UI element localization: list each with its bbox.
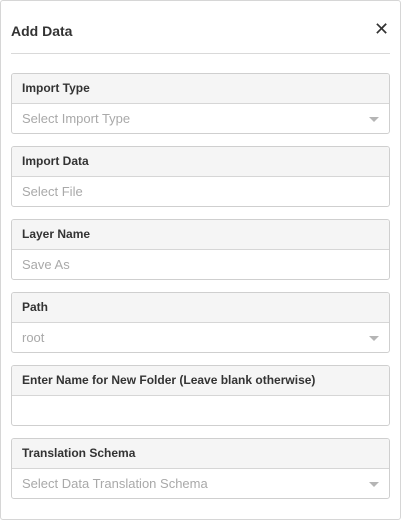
layer-name-group: Layer Name [11, 219, 390, 280]
import-type-placeholder: Select Import Type [22, 111, 131, 126]
layer-name-field[interactable] [12, 250, 389, 279]
select-file-field[interactable]: Select File [12, 177, 389, 206]
path-select[interactable]: root [12, 323, 389, 352]
close-icon[interactable]: ✕ [374, 20, 389, 38]
path-group: Path root [11, 292, 390, 353]
new-folder-group: Enter Name for New Folder (Leave blank o… [11, 365, 390, 426]
dialog-header: Add Data ✕ [11, 1, 390, 54]
translation-schema-group: Translation Schema Select Data Translati… [11, 438, 390, 499]
add-data-dialog: Add Data ✕ Import Type Select Import Typ… [0, 0, 401, 520]
import-type-select[interactable]: Select Import Type [12, 104, 389, 133]
chevron-down-icon[interactable] [369, 482, 379, 487]
import-data-group: Import Data Select File [11, 146, 390, 207]
translation-schema-select[interactable]: Select Data Translation Schema [12, 469, 389, 498]
import-type-label: Import Type [12, 74, 389, 104]
new-folder-input[interactable] [12, 396, 389, 425]
translation-schema-placeholder: Select Data Translation Schema [22, 476, 208, 491]
import-type-group: Import Type Select Import Type [11, 73, 390, 134]
dialog-title: Add Data [11, 23, 73, 39]
chevron-down-icon[interactable] [369, 117, 379, 122]
select-file-placeholder: Select File [22, 184, 83, 199]
path-label: Path [12, 293, 389, 323]
new-folder-field[interactable] [12, 396, 389, 425]
translation-schema-label: Translation Schema [12, 439, 389, 469]
layer-name-input[interactable] [12, 250, 389, 279]
layer-name-label: Layer Name [12, 220, 389, 250]
new-folder-label: Enter Name for New Folder (Leave blank o… [12, 366, 389, 396]
import-data-label: Import Data [12, 147, 389, 177]
path-value: root [22, 330, 45, 345]
chevron-down-icon[interactable] [369, 336, 379, 341]
